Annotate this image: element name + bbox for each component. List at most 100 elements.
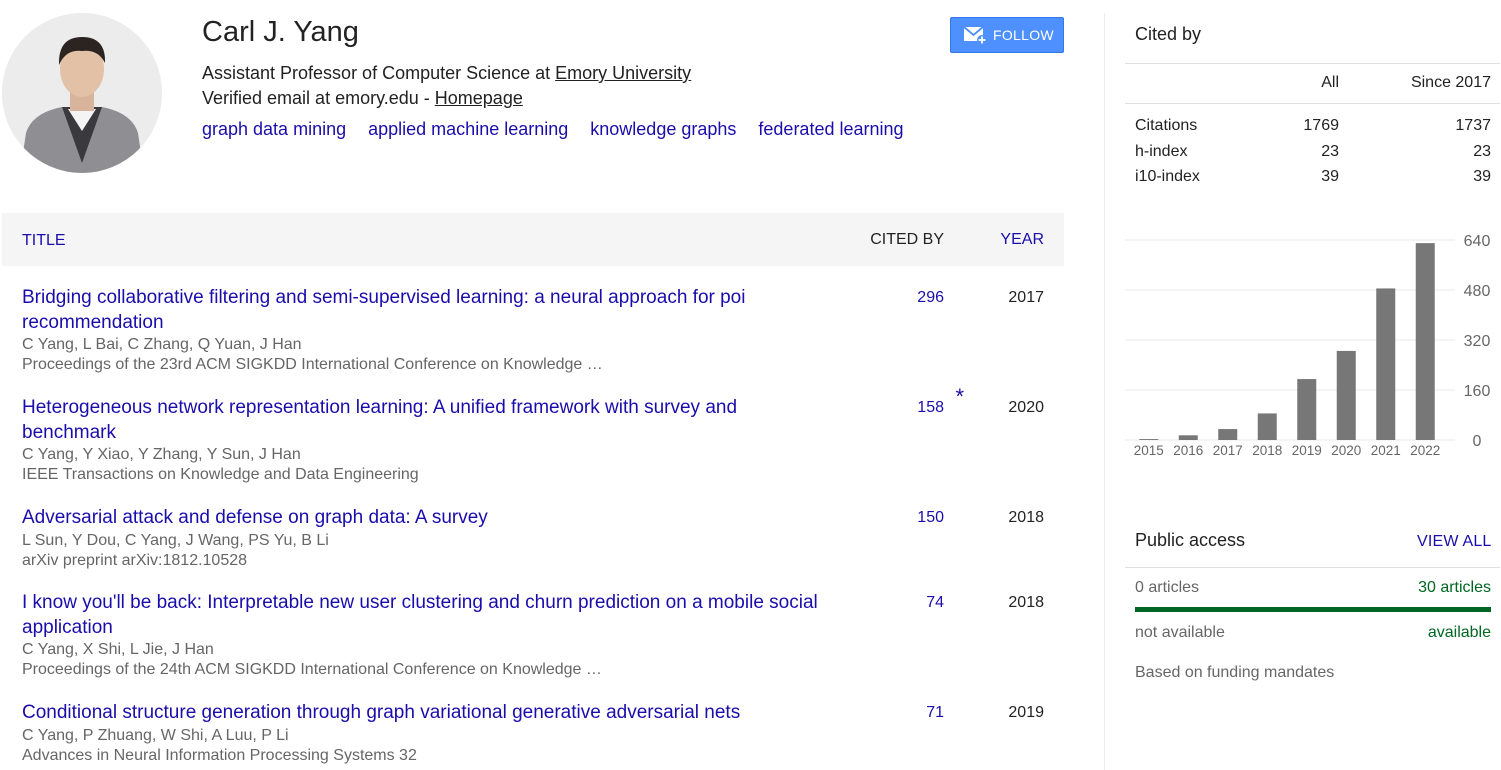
article-authors: L Sun, Y Dou, C Yang, J Wang, PS Yu, B L… xyxy=(22,531,329,549)
article-authors: C Yang, P Zhuang, W Shi, A Luu, P Li xyxy=(22,726,289,744)
affiliation-link[interactable]: Emory University xyxy=(555,63,691,83)
sort-by-title[interactable]: TITLE xyxy=(22,232,66,250)
x-tick-label: 2020 xyxy=(1331,443,1361,458)
article-title[interactable]: Bridging collaborative filtering and sem… xyxy=(22,286,822,335)
y-tick-label: 320 xyxy=(1464,333,1491,350)
article-venue: Advances in Neural Information Processin… xyxy=(22,746,417,764)
article-year: 2018 xyxy=(1008,509,1044,526)
sort-by-cited[interactable]: CITED BY xyxy=(870,231,944,249)
profile-email: Verified email at emory.edu - Homepage xyxy=(202,87,523,110)
envelope-plus-icon xyxy=(963,26,987,45)
article-year: 2018 xyxy=(1008,594,1044,611)
funding-mandates-note: Based on funding mandates xyxy=(1135,664,1335,681)
cited-by-count[interactable]: 71 xyxy=(884,701,944,725)
stat-all: 1769 xyxy=(1303,117,1339,134)
x-tick-label: 2019 xyxy=(1292,443,1322,458)
y-tick-label: 640 xyxy=(1464,233,1491,250)
stat-all: 23 xyxy=(1321,143,1339,160)
table-row: I know you'll be back: Interpretable new… xyxy=(22,591,1064,680)
bar-2015 xyxy=(1139,439,1159,440)
bar-2018 xyxy=(1257,413,1277,440)
interest-link[interactable]: federated learning xyxy=(758,119,903,139)
stat-label[interactable]: Citations xyxy=(1135,117,1197,135)
table-row: Heterogeneous network representation lea… xyxy=(22,384,1064,485)
article-year: 2020 xyxy=(1008,399,1044,416)
cited-by-title: Cited by xyxy=(1135,24,1202,44)
table-row: Conditional structure generation through… xyxy=(22,701,1064,766)
follow-label: FOLLOW xyxy=(993,27,1054,43)
article-venue: Proceedings of the 24th ACM SIGKDD Inter… xyxy=(22,661,602,678)
article-year: 2017 xyxy=(1008,289,1044,306)
cited-by-count[interactable]: 150 xyxy=(884,506,944,530)
x-tick-label: 2022 xyxy=(1410,443,1440,458)
stat-since: 1737 xyxy=(1455,117,1491,134)
profile-affiliation: Assistant Professor of Computer Science … xyxy=(202,62,691,85)
article-venue: arXiv preprint arXiv:1812.10528 xyxy=(22,551,248,569)
article-authors: C Yang, X Shi, L Jie, J Han xyxy=(22,641,214,658)
bar-2022 xyxy=(1415,243,1435,440)
profile-name: Carl J. Yang xyxy=(202,16,359,48)
article-authors: C Yang, L Bai, C Zhang, Q Yuan, J Han xyxy=(22,336,302,353)
bar-2020 xyxy=(1336,350,1356,440)
sort-by-year[interactable]: YEAR xyxy=(1000,231,1044,249)
article-year: 2019 xyxy=(1008,704,1044,721)
bar-2019 xyxy=(1297,379,1317,440)
col-all-header: All xyxy=(1321,74,1339,91)
table-row: Adversarial attack and defense on graph … xyxy=(22,506,1064,571)
available-label: available xyxy=(1427,624,1491,641)
article-title[interactable]: I know you'll be back: Interpretable new… xyxy=(22,591,822,640)
stat-label[interactable]: h-index xyxy=(1135,143,1187,161)
view-all-link[interactable]: VIEW ALL xyxy=(1417,533,1492,551)
available-count: 30 articles xyxy=(1418,579,1491,596)
x-tick-label: 2021 xyxy=(1371,443,1401,458)
follow-button[interactable]: FOLLOW xyxy=(950,17,1064,53)
article-authors: C Yang, Y Xiao, Y Zhang, Y Sun, J Han xyxy=(22,446,301,463)
table-row: Bridging collaborative filtering and sem… xyxy=(22,286,1064,375)
x-tick-label: 2016 xyxy=(1173,443,1203,458)
citation-stat-row: i10-index 39 39 xyxy=(1135,168,1491,188)
citation-stat-row: h-index 23 23 xyxy=(1135,143,1491,163)
x-tick-label: 2017 xyxy=(1213,443,1243,458)
table-header: TITLE CITED BY YEAR xyxy=(2,213,1064,266)
stat-label[interactable]: i10-index xyxy=(1135,168,1200,186)
homepage-link[interactable]: Homepage xyxy=(435,88,523,108)
y-tick-label: 480 xyxy=(1464,283,1491,300)
cited-by-count[interactable]: 74 xyxy=(884,591,944,615)
cited-by-count[interactable]: 158 xyxy=(884,396,944,420)
divider xyxy=(1125,103,1500,104)
article-title[interactable]: Conditional structure generation through… xyxy=(22,701,822,726)
bar-2017 xyxy=(1218,429,1238,440)
interest-link[interactable]: applied machine learning xyxy=(368,119,568,139)
col-since-header: Since 2017 xyxy=(1410,74,1491,91)
sidebar-divider xyxy=(1104,13,1105,770)
divider xyxy=(1125,63,1500,64)
x-tick-label: 2018 xyxy=(1252,443,1282,458)
stat-all: 39 xyxy=(1321,168,1339,185)
unavailable-count: 0 articles xyxy=(1135,579,1200,596)
x-tick-label: 2015 xyxy=(1134,443,1164,458)
article-venue: IEEE Transactions on Knowledge and Data … xyxy=(22,466,419,483)
merged-citations-star[interactable]: * xyxy=(955,384,964,410)
cited-by-count[interactable]: 296 xyxy=(884,286,944,310)
citation-stat-row: Citations 1769 1737 xyxy=(1135,117,1491,137)
stat-since: 23 xyxy=(1473,143,1491,160)
bar-2016 xyxy=(1178,435,1198,440)
article-title[interactable]: Heterogeneous network representation lea… xyxy=(22,396,822,445)
research-interests: graph data mining applied machine learni… xyxy=(202,118,921,141)
affiliation-text: Assistant Professor of Computer Science … xyxy=(202,63,556,83)
profile-photo xyxy=(2,13,162,173)
y-tick-label: 0 xyxy=(1473,433,1482,450)
article-title[interactable]: Adversarial attack and defense on graph … xyxy=(22,506,822,531)
interest-link[interactable]: graph data mining xyxy=(202,119,346,139)
unavailable-label: not available xyxy=(1135,624,1225,641)
profile-photo-image xyxy=(2,13,162,173)
public-access-title: Public access xyxy=(1135,530,1246,550)
availability-bar xyxy=(1135,607,1491,612)
citations-per-year-chart: 0 160 320 480 640 2015 2016 2017 2018 2019 2020 202… xyxy=(1125,233,1491,458)
article-venue: Proceedings of the 23rd ACM SIGKDD Inter… xyxy=(22,356,603,373)
bar-2021 xyxy=(1376,288,1396,440)
divider xyxy=(1125,567,1500,568)
interest-link[interactable]: knowledge graphs xyxy=(590,119,736,139)
y-tick-label: 160 xyxy=(1464,383,1491,400)
stat-since: 39 xyxy=(1473,168,1491,185)
